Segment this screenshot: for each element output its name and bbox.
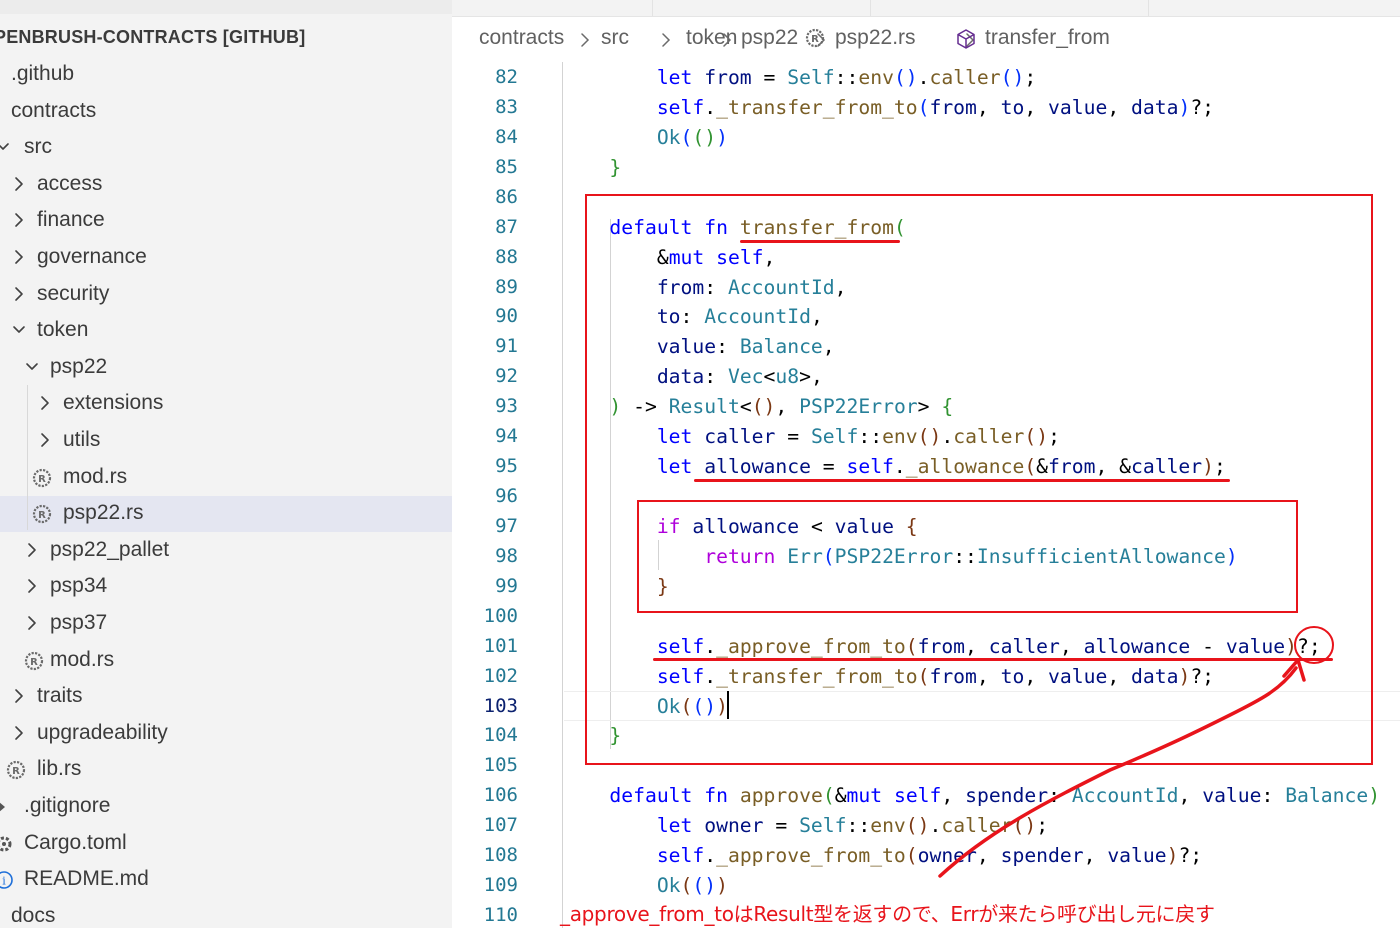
annotation-circle-question <box>1294 626 1334 664</box>
annotation-arrow-layer <box>938 626 1334 878</box>
annotation-arrow-line <box>938 666 1298 878</box>
annotation-note: _approve_from_toはResult型を返すので、Errが来たら呼び出… <box>560 902 1215 926</box>
